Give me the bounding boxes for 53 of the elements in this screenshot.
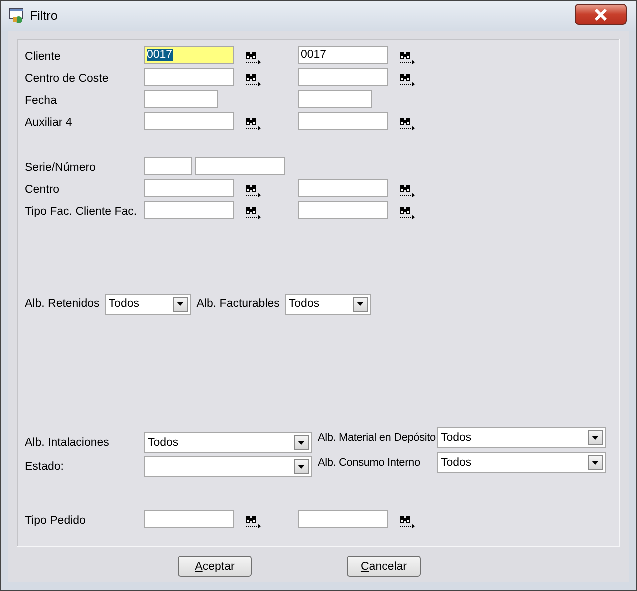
input-field[interactable] <box>298 112 388 130</box>
window-icon <box>9 8 25 24</box>
binoculars-icon[interactable] <box>399 184 416 198</box>
field-label: Tipo Fac. Cliente Fac. <box>25 205 138 218</box>
input-field[interactable] <box>144 112 234 130</box>
binoculars-icon[interactable] <box>245 73 262 87</box>
dialog-button[interactable]: Cancelar <box>347 556 421 577</box>
field-label: Tipo Pedido <box>25 514 87 527</box>
close-icon[interactable] <box>594 8 608 20</box>
input-field[interactable] <box>144 510 234 528</box>
input-field[interactable]: 0017 <box>298 46 388 64</box>
dropdown[interactable]: Todos <box>104 294 191 314</box>
field-label: Centro de Coste <box>25 72 110 85</box>
binoculars-icon[interactable] <box>399 117 416 131</box>
input-field[interactable] <box>298 68 388 86</box>
input-field[interactable] <box>144 201 234 219</box>
field-label: Centro <box>25 183 61 196</box>
binoculars-icon[interactable] <box>245 51 262 65</box>
dropdown[interactable]: Todos <box>144 432 312 453</box>
field-label: Estado: <box>25 460 65 472</box>
binoculars-icon[interactable] <box>245 184 262 198</box>
binoculars-icon[interactable] <box>399 206 416 220</box>
field-label: Alb. Facturables <box>196 298 280 310</box>
field-label: Cliente <box>25 50 62 63</box>
input-field[interactable] <box>144 179 234 197</box>
binoculars-icon[interactable] <box>399 73 416 87</box>
close-button[interactable] <box>575 4 627 25</box>
field-label: Auxiliar 4 <box>25 116 74 129</box>
input-field[interactable]: 0017 <box>144 46 234 64</box>
dropdown[interactable]: Todos <box>437 427 606 448</box>
input-field[interactable] <box>298 179 388 197</box>
field-label: Serie/Número <box>25 161 97 174</box>
dialog-button[interactable]: Aceptar <box>178 556 252 577</box>
field-label: Alb. Material en Depósito <box>318 432 437 444</box>
window-title: Filtro <box>30 9 58 23</box>
binoculars-icon[interactable] <box>399 515 416 529</box>
input-field[interactable] <box>195 157 285 175</box>
input-field[interactable] <box>298 90 372 108</box>
field-label: Alb. Intalaciones <box>25 436 110 448</box>
dropdown[interactable]: Todos <box>437 452 606 473</box>
field-label: Alb. Retenidos <box>25 298 100 310</box>
input-field[interactable] <box>144 157 192 175</box>
input-field[interactable] <box>298 201 388 219</box>
input-field[interactable] <box>298 510 388 528</box>
binoculars-icon[interactable] <box>245 206 262 220</box>
binoculars-icon[interactable] <box>245 117 262 131</box>
field-label: Fecha <box>25 94 58 107</box>
binoculars-icon[interactable] <box>399 51 416 65</box>
input-field[interactable] <box>144 68 234 86</box>
field-label: Alb. Consumo Interno <box>318 456 422 468</box>
binoculars-icon[interactable] <box>245 515 262 529</box>
dropdown[interactable]: Todos <box>284 294 371 314</box>
input-field[interactable] <box>144 90 218 108</box>
